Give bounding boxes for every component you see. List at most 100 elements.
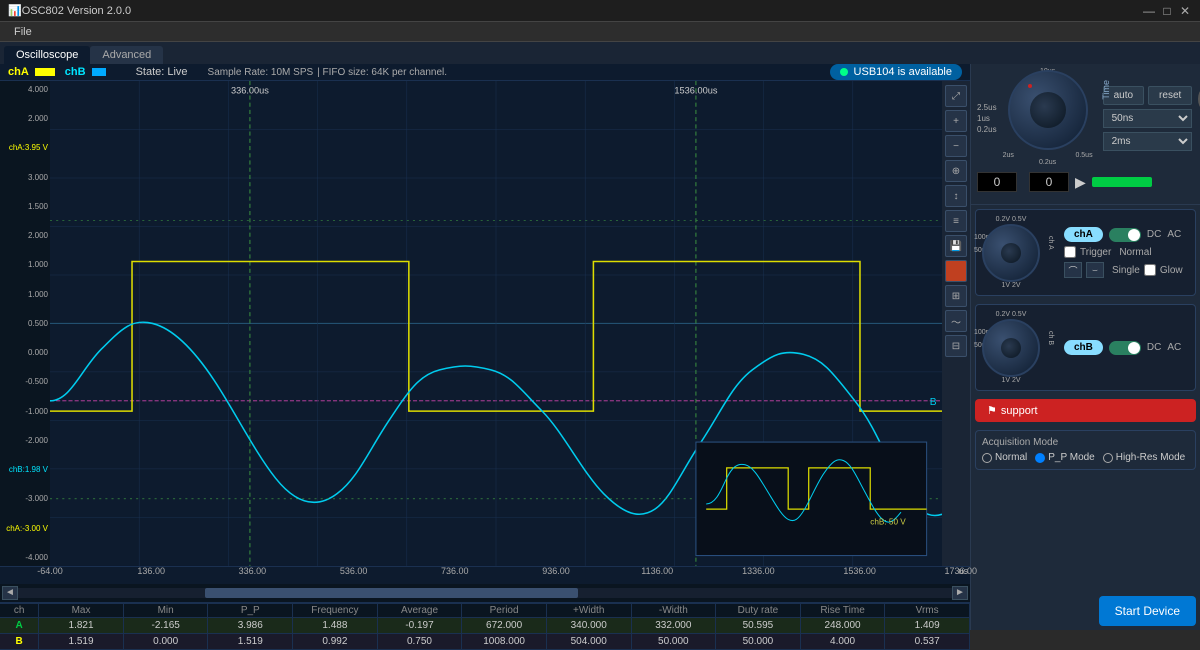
time-tick: 136.00 [137, 566, 165, 576]
glow-checkbox[interactable] [1144, 264, 1156, 276]
acq-pp-radio[interactable] [1035, 453, 1045, 463]
minimize-button[interactable]: — [1142, 4, 1156, 18]
cha-indicator [35, 68, 55, 76]
svg-text:B: B [930, 397, 937, 408]
time-range-3: 0.2us [977, 125, 997, 134]
scroll-right-button[interactable]: ► [952, 586, 968, 600]
acq-normal-radio[interactable] [982, 453, 992, 463]
tab-advanced[interactable]: Advanced [90, 46, 163, 64]
col-min: Min [124, 604, 209, 617]
chb-knob-container: 0.2V 0.5V 100mV 50mV 1V 2V ch B [982, 311, 1040, 384]
trigger-label: Trigger [1080, 247, 1111, 258]
scroll-left-button[interactable]: ◄ [2, 586, 18, 600]
right-controls-col: auto reset 50ns100ns1us10us 2ms1ms5ms [1103, 86, 1193, 151]
y-label: -4.000 [2, 553, 48, 562]
row-a-rise: 248.000 [801, 618, 886, 633]
single-label: Single [1112, 265, 1140, 276]
y-label: 2.000 [2, 231, 48, 240]
acquisition-mode: Acquisition Mode Normal P_P Mode High-Re… [975, 430, 1196, 470]
acq-highres-radio[interactable] [1103, 453, 1113, 463]
row-b-pp: 1.519 [208, 634, 293, 649]
y-label: chB:1.98 V [2, 465, 48, 474]
tab-oscilloscope[interactable]: Oscilloscope [4, 46, 90, 64]
file-menu[interactable]: File [6, 24, 40, 40]
waveform-toolbar: ⤢ + − ⊕ ↕ ≡ 💾 ⊞ 〜 ⊟ [942, 81, 970, 566]
chb-toggle[interactable] [1109, 341, 1141, 355]
acq-highres-option[interactable]: High-Res Mode [1103, 452, 1185, 463]
cha-toggle[interactable] [1109, 228, 1141, 242]
zoom-out-button[interactable]: − [945, 135, 967, 157]
maximize-button[interactable]: □ [1160, 4, 1174, 18]
grid-button[interactable]: ⊞ [945, 285, 967, 307]
scroll-thumb[interactable] [205, 588, 579, 598]
cha-knob-container: 0.2V 0.5V 100mV 50mV 1V 2V ch A [982, 216, 1040, 289]
knob-marker [1028, 84, 1032, 88]
chb-knob[interactable] [982, 319, 1040, 377]
state-label: State: Live [136, 66, 188, 78]
y-axis: 4.000 2.000 chA:3.95 V 3.000 1.500 2.000… [0, 81, 50, 566]
row-a-vrms: 1.409 [885, 618, 970, 633]
y-label: -2.000 [2, 436, 48, 445]
wave-button[interactable]: 〜 [945, 310, 967, 332]
chb-button[interactable]: chB [1064, 340, 1103, 355]
row-a-duty: 50.595 [716, 618, 801, 633]
support-button[interactable]: ⚑ support [975, 399, 1196, 422]
reset-button[interactable]: reset [1148, 86, 1192, 105]
settings-button[interactable]: ≡ [945, 210, 967, 232]
row-b-max: 1.519 [39, 634, 124, 649]
time-tick: 736.00 [441, 566, 469, 576]
trig-rising-icon[interactable]: ⌒ [1064, 262, 1082, 278]
waveform-svg: 336.00us 1536.00us B [50, 81, 942, 566]
tabs: Oscilloscope Advanced [0, 42, 1200, 64]
y-label: 4.000 [2, 85, 48, 94]
y-label: 2.000 [2, 114, 48, 123]
acq-pp-label: P_P Mode [1048, 452, 1095, 463]
cha-knob[interactable] [982, 224, 1040, 282]
svg-text:336.00us: 336.00us [231, 85, 269, 95]
cha-scale-top: 0.2V 0.5V [982, 216, 1040, 223]
trigger-checkbox[interactable] [1064, 246, 1076, 258]
play-button[interactable]: ▶ [1075, 174, 1086, 191]
cha-btn-row: chA DC AC [1064, 227, 1183, 242]
close-button[interactable]: ✕ [1178, 4, 1192, 18]
cha-label: chA [8, 66, 29, 78]
extra-button[interactable]: ⊟ [945, 335, 967, 357]
y-label: 0.000 [2, 348, 48, 357]
acq-normal-option[interactable]: Normal [982, 452, 1027, 463]
measurements-table: ch Max Min P_P Frequency Average Period … [0, 602, 970, 650]
scroll-bar: ◄ ► [0, 584, 970, 602]
y-label: -1.000 [2, 407, 48, 416]
start-device-button[interactable]: Start Device [1099, 596, 1196, 626]
number-display-1: 0 [977, 172, 1017, 192]
cha-dc-label: DC [1147, 229, 1161, 240]
measure-button[interactable]: ↕ [945, 185, 967, 207]
cha-button[interactable]: chA [1064, 227, 1103, 242]
trig-falling-icon[interactable]: ⌣ [1086, 262, 1104, 278]
col-avg: Average [378, 604, 463, 617]
time-dropdown-2[interactable]: 2ms1ms5ms [1103, 132, 1193, 151]
save-button[interactable]: 💾 [945, 235, 967, 257]
time-dropdown-1[interactable]: 50ns100ns1us10us [1103, 109, 1193, 128]
zoom-in-button[interactable]: + [945, 110, 967, 132]
color-button[interactable] [945, 260, 967, 282]
zoom-fit-button[interactable]: ⤢ [945, 85, 967, 107]
acq-pp-option[interactable]: P_P Mode [1035, 452, 1095, 463]
support-icon: ⚑ [987, 404, 997, 417]
chb-knob-inner [1001, 338, 1021, 358]
scale-0.2us: 0.2us [1039, 159, 1056, 166]
chb-toggle-thumb [1128, 342, 1140, 354]
chb-ac-label: AC [1167, 342, 1181, 353]
chb-scale-top: 0.2V 0.5V [982, 311, 1040, 318]
title-bar: 📊 OSC802 Version 2.0.0 — □ ✕ [0, 0, 1200, 22]
time-range-1: 2.5us [977, 103, 997, 112]
trigger-row: Trigger Normal [1064, 246, 1183, 258]
time-tick: 1336.00 [742, 566, 775, 576]
cha-right-controls: chA DC AC Trigger Normal ⌒ ⌣ [1064, 227, 1183, 278]
cursor-button[interactable]: ⊕ [945, 160, 967, 182]
col-pp: P_P [208, 604, 293, 617]
time-knob[interactable] [1008, 70, 1088, 150]
auto-reset-row: auto reset [1103, 86, 1193, 105]
level-bar [1092, 177, 1152, 187]
chb-btn-row: chB DC AC [1064, 340, 1181, 355]
cha-knob-inner [1001, 243, 1021, 263]
